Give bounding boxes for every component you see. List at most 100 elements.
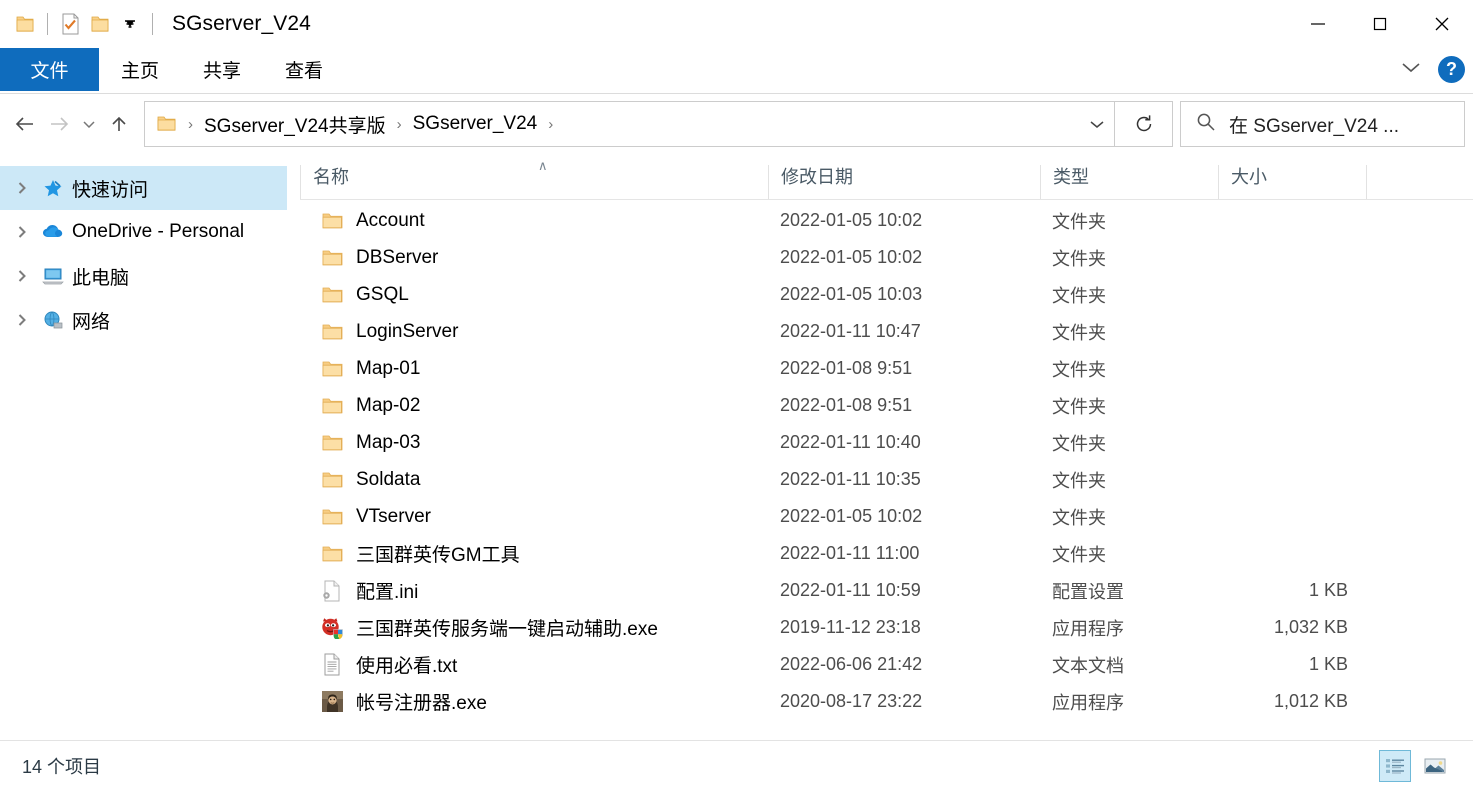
file-name-cell[interactable]: GSQL [300, 284, 768, 306]
table-row[interactable]: LoginServer 2022-01-11 10:47 文件夹 [300, 313, 1473, 350]
table-row[interactable]: Account 2022-01-05 10:02 文件夹 [300, 202, 1473, 239]
recent-locations-button[interactable] [76, 107, 102, 141]
chevron-right-icon[interactable] [8, 225, 36, 239]
folder-icon [320, 506, 344, 528]
breadcrumb-separator-0[interactable]: › [179, 116, 202, 133]
breadcrumb-separator-1[interactable]: › [388, 116, 411, 133]
tab-view[interactable]: 查看 [263, 48, 345, 91]
refresh-button[interactable] [1115, 101, 1173, 147]
table-row[interactable]: VTserver 2022-01-05 10:02 文件夹 [300, 498, 1473, 535]
large-icons-view-button[interactable] [1419, 750, 1451, 782]
table-row[interactable]: 三国群英传服务端一键启动辅助.exe 2019-11-12 23:18 应用程序… [300, 609, 1473, 646]
file-name: VTserver [356, 505, 431, 527]
file-name-cell[interactable]: 三国群英传服务端一键启动辅助.exe [300, 614, 768, 641]
breadcrumb[interactable]: › SGserver_V24共享版 › SGserver_V24 › [144, 101, 1115, 147]
column-header-name[interactable]: 名称 [300, 165, 768, 199]
table-row[interactable]: Map-01 2022-01-08 9:51 文件夹 [300, 350, 1473, 387]
file-name-cell[interactable]: LoginServer [300, 321, 768, 343]
table-row[interactable]: 帐号注册器.exe 2020-08-17 23:22 应用程序 1,012 KB [300, 683, 1473, 720]
file-name: 使用必看.txt [356, 656, 458, 677]
table-row[interactable]: GSQL 2022-01-05 10:03 文件夹 [300, 276, 1473, 313]
item-count-label: 14 个项目 [22, 756, 102, 777]
sidebar-item-label: 快速访问 [72, 179, 149, 201]
ribbon-tab-bar: 文件 主页 共享 查看 ? [0, 48, 1473, 94]
devil-exe-icon [320, 617, 344, 639]
file-date: 2022-01-08 9:51 [780, 395, 913, 415]
file-name-cell[interactable]: 帐号注册器.exe [300, 688, 768, 715]
breadcrumb-item-0[interactable]: SGserver_V24共享版 [202, 111, 388, 138]
close-button[interactable] [1411, 0, 1473, 48]
file-name-cell[interactable]: Map-01 [300, 358, 768, 380]
qat-separator-1 [47, 13, 48, 35]
explorer-body: 快速访问 OneDrive - Personal 此电脑 网络 ∧ 名称 修改日… [0, 154, 1473, 740]
chevron-right-icon[interactable] [8, 181, 36, 195]
file-date: 2022-06-06 21:42 [780, 654, 923, 674]
column-header-size[interactable]: 大小 [1218, 165, 1366, 199]
sidebar-item-onedrive[interactable]: OneDrive - Personal [0, 210, 300, 254]
table-row[interactable]: 配置.ini 2022-01-11 10:59 配置设置 1 KB [300, 572, 1473, 609]
chevron-down-icon[interactable] [1398, 58, 1424, 81]
file-size: 1 KB [1308, 654, 1348, 674]
view-mode-buttons [1379, 749, 1461, 782]
file-name-cell[interactable]: Map-02 [300, 395, 768, 417]
file-size: 1,032 KB [1273, 617, 1348, 637]
help-icon[interactable]: ? [1438, 56, 1465, 83]
forward-button[interactable] [42, 107, 76, 141]
file-size: 1,012 KB [1273, 691, 1348, 711]
file-name-cell[interactable]: DBServer [300, 247, 768, 269]
sidebar-item-quick-access[interactable]: 快速访问 [0, 166, 287, 210]
file-type: 文件夹 [1052, 507, 1106, 528]
table-row[interactable]: Map-03 2022-01-11 10:40 文件夹 [300, 424, 1473, 461]
table-row[interactable]: Soldata 2022-01-11 10:35 文件夹 [300, 461, 1473, 498]
chevron-right-icon[interactable] [8, 313, 36, 327]
maximize-button[interactable] [1349, 0, 1411, 48]
column-header-date[interactable]: 修改日期 [768, 165, 1040, 199]
back-button[interactable] [8, 107, 42, 141]
file-date: 2022-01-05 10:02 [780, 247, 923, 267]
file-type: 文件夹 [1052, 470, 1106, 491]
help-label: ? [1446, 59, 1457, 79]
file-date: 2022-01-08 9:51 [780, 358, 913, 378]
table-row[interactable]: 三国群英传GM工具 2022-01-11 11:00 文件夹 [300, 535, 1473, 572]
file-name: Map-01 [356, 357, 421, 379]
file-type: 配置设置 [1052, 581, 1124, 602]
tab-home-label: 主页 [121, 61, 160, 82]
breadcrumb-item-1[interactable]: SGserver_V24 [411, 113, 540, 135]
file-date: 2020-08-17 23:22 [780, 691, 923, 711]
qat-customize-dropdown-icon[interactable] [115, 9, 145, 39]
sidebar-item-this-pc[interactable]: 此电脑 [0, 254, 300, 298]
details-view-button[interactable] [1379, 749, 1411, 782]
folder-icon [320, 284, 344, 306]
file-name-cell[interactable]: 配置.ini [300, 577, 768, 604]
table-row[interactable]: DBServer 2022-01-05 10:02 文件夹 [300, 239, 1473, 276]
column-header-spacer [1366, 165, 1426, 199]
qat-properties-icon[interactable] [55, 9, 85, 39]
file-date: 2019-11-12 23:18 [780, 617, 921, 637]
qat-new-folder-icon[interactable] [85, 9, 115, 39]
tab-home[interactable]: 主页 [99, 48, 181, 91]
file-type: 文件夹 [1052, 544, 1106, 565]
table-row[interactable]: Map-02 2022-01-08 9:51 文件夹 [300, 387, 1473, 424]
tab-file[interactable]: 文件 [0, 48, 99, 91]
file-name-cell[interactable]: 三国群英传GM工具 [300, 540, 768, 567]
breadcrumb-dropdown-icon[interactable] [1080, 102, 1114, 146]
breadcrumb-separator-2[interactable]: › [539, 116, 562, 133]
qat-folder-icon[interactable] [10, 9, 40, 39]
chevron-right-icon[interactable] [8, 269, 36, 283]
file-type: 文件夹 [1052, 322, 1106, 343]
tab-share[interactable]: 共享 [181, 48, 263, 91]
file-name-cell[interactable]: Map-03 [300, 432, 768, 454]
sidebar-item-network[interactable]: 网络 [0, 298, 300, 342]
folder-icon [320, 358, 344, 380]
column-header-row: ∧ 名称 修改日期 类型 大小 [300, 154, 1473, 200]
address-bar: › SGserver_V24共享版 › SGserver_V24 › 在 SGs… [0, 94, 1473, 154]
table-row[interactable]: 使用必看.txt 2022-06-06 21:42 文本文档 1 KB [300, 646, 1473, 683]
file-name-cell[interactable]: VTserver [300, 506, 768, 528]
up-button[interactable] [102, 107, 136, 141]
file-name-cell[interactable]: Soldata [300, 469, 768, 491]
column-header-type[interactable]: 类型 [1040, 165, 1218, 199]
search-input[interactable]: 在 SGserver_V24 ... [1180, 101, 1465, 147]
file-name-cell[interactable]: 使用必看.txt [300, 651, 768, 678]
file-name-cell[interactable]: Account [300, 210, 768, 232]
minimize-button[interactable] [1287, 0, 1349, 48]
